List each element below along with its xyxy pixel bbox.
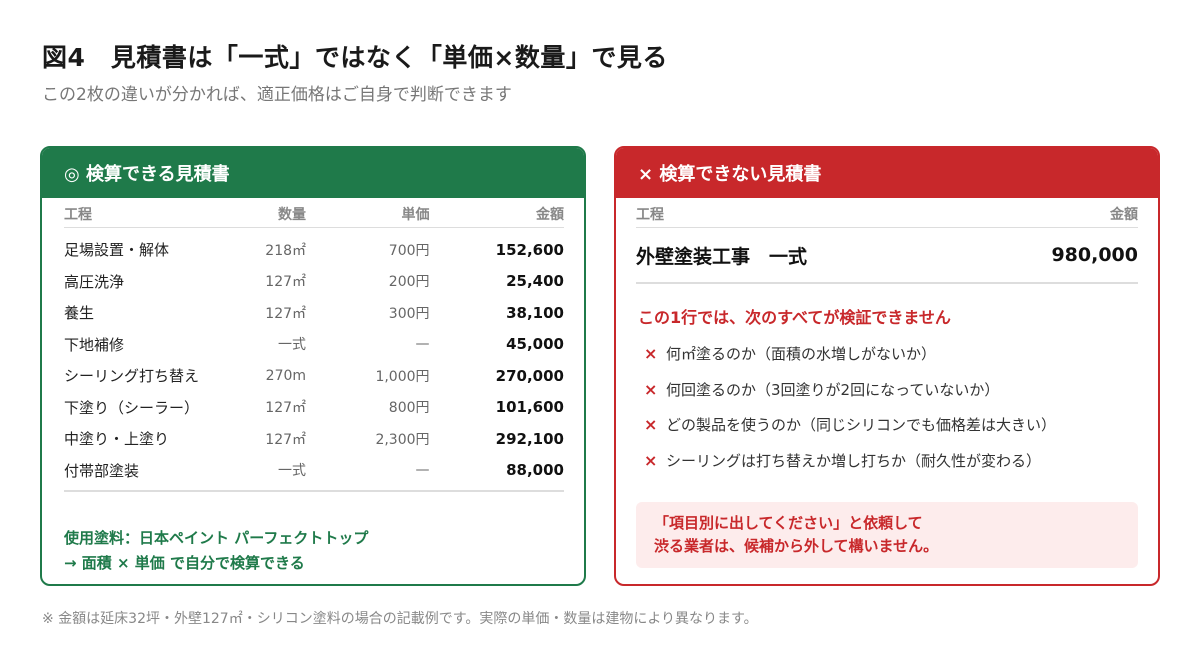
- row-quantity: 127㎡: [265, 274, 307, 291]
- table-row: 足場設置・解体 218㎡ 700円 152,600: [64, 234, 564, 266]
- bad-estimate-card: × 検算できない見積書 工程 金額 外壁塗装工事 一式 980,000 この1行…: [614, 146, 1160, 586]
- row-unit-price: 1,000円: [375, 368, 430, 385]
- row-unit-price: —: [415, 336, 430, 353]
- row-unit-price: 300円: [388, 305, 430, 322]
- notice-line-2: 渋る業者は、候補から外して構いません。: [654, 537, 939, 555]
- table-header: 工程 数量 単価 金額: [64, 200, 564, 228]
- row-amount: 152,600: [495, 240, 564, 259]
- page-subtitle: この2枚の違いが分かれば、適正価格はご自身で判断できます: [42, 85, 512, 105]
- row-amount: 101,600: [495, 398, 564, 417]
- row-quantity: 一式: [278, 337, 307, 354]
- warning-text: 何回塗るのか（3回塗りが2回になっていないか）: [666, 380, 1000, 399]
- row-quantity: 127㎡: [265, 305, 307, 322]
- table-body: 足場設置・解体 218㎡ 700円 152,600 高圧洗浄 127㎡ 200円 25,400…: [64, 228, 564, 492]
- table-header: 工程 金額: [636, 200, 1138, 228]
- column-header-process: 工程: [636, 206, 664, 223]
- cross-icon: ×: [644, 344, 658, 364]
- row-amount: 980,000: [1051, 244, 1138, 266]
- cross-icon: ×: [644, 415, 658, 435]
- list-item: × どの製品を使うのか（同じシリコンでも価格差は大きい）: [644, 407, 1056, 443]
- verification-note: → 面積 × 単価 で自分で検算できる: [64, 554, 305, 572]
- page-title: 図4 見積書は「一式」ではなく「単価×数量」で見る: [42, 43, 668, 72]
- good-card-footer: 使用塗料：日本ペイント パーフェクトトップ → 面積 × 単価 で自分で検算でき…: [64, 526, 368, 576]
- row-item: 高圧洗浄: [64, 272, 125, 291]
- column-header-amount: 金額: [536, 206, 564, 223]
- row-quantity: 一式: [278, 463, 307, 480]
- row-amount: 270,000: [495, 366, 564, 385]
- table-row: 下塗り（シーラー） 127㎡ 800円 101,600: [64, 392, 564, 424]
- table-row: シーリング打ち替え 270m 1,000円 270,000: [64, 360, 564, 392]
- table-row: 中塗り・上塗り 127㎡ 2,300円 292,100: [64, 423, 564, 455]
- row-item: 中塗り・上塗り: [64, 430, 170, 449]
- row-amount: 25,400: [506, 272, 564, 291]
- row-quantity: 127㎡: [265, 431, 307, 448]
- good-card-header: ◎ 検算できる見積書: [42, 148, 584, 198]
- row-unit-price: 800円: [388, 400, 430, 417]
- warning-text: シーリングは打ち替えか増し打ちか（耐久性が変わる）: [666, 451, 1042, 470]
- row-item: 下塗り（シーラー）: [64, 398, 200, 417]
- row-amount: 38,100: [506, 303, 564, 322]
- bad-card-header: × 検算できない見積書: [616, 148, 1158, 198]
- cross-icon: ×: [644, 379, 658, 399]
- list-item: × シーリングは打ち替えか増し打ちか（耐久性が変わる）: [644, 443, 1056, 479]
- row-item: 養生: [64, 304, 95, 323]
- warning-text: どの製品を使うのか（同じシリコンでも価格差は大きい）: [666, 416, 1057, 435]
- table-row: 外壁塗装工事 一式 980,000: [636, 228, 1138, 284]
- good-estimate-card: ◎ 検算できる見積書 工程 数量 単価 金額 足場設置・解体 218㎡ 700円 15…: [40, 146, 586, 586]
- row-quantity: 127㎡: [265, 400, 307, 417]
- list-item: × 何㎡塗るのか（面積の水増しがないか）: [644, 336, 1056, 372]
- column-header-unit-price: 単価: [401, 206, 430, 223]
- row-item: 下地補修: [64, 335, 125, 354]
- row-amount: 88,000: [506, 461, 564, 480]
- row-amount: 292,100: [495, 429, 564, 448]
- notice-box: 「項目別に出してください」と依頼して 渋る業者は、候補から外して構いません。: [636, 502, 1138, 568]
- paint-used-text: 使用塗料：日本ペイント パーフェクトトップ: [64, 529, 369, 547]
- column-header-amount: 金額: [1110, 206, 1138, 223]
- good-estimate-table: 工程 数量 単価 金額 足場設置・解体 218㎡ 700円 152,600 高圧洗浄 12…: [64, 200, 564, 492]
- table-row: 付帯部塗装 一式 — 88,000: [64, 455, 564, 487]
- row-item: 足場設置・解体: [64, 241, 170, 260]
- row-unit-price: —: [415, 462, 430, 479]
- cross-icon: ×: [644, 450, 658, 470]
- table-row: 高圧洗浄 127㎡ 200円 25,400: [64, 266, 564, 298]
- row-item: 付帯部塗装: [64, 461, 140, 480]
- warning-text: 何㎡塗るのか（面積の水増しがないか）: [666, 345, 937, 364]
- footnote: ※ 金額は延床32坪・外壁127㎡・シリコン塗料の場合の記載例です。実際の単価・…: [42, 611, 758, 627]
- warning-title: この1行では、次のすべてが検証できません: [638, 308, 951, 327]
- column-header-process: 工程: [64, 206, 92, 223]
- row-item: シーリング打ち替え: [64, 367, 200, 386]
- bad-estimate-table: 工程 金額 外壁塗装工事 一式 980,000: [636, 200, 1138, 284]
- notice-line-1: 「項目別に出してください」と依頼して: [654, 514, 923, 532]
- row-quantity: 270m: [265, 367, 307, 384]
- row-item: 外壁塗装工事 一式: [636, 245, 808, 268]
- row-quantity: 218㎡: [265, 242, 307, 259]
- table-row: 下地補修 一式 — 45,000: [64, 329, 564, 361]
- list-item: × 何回塗るのか（3回塗りが2回になっていないか）: [644, 372, 1056, 408]
- row-unit-price: 200円: [388, 274, 430, 291]
- column-header-quantity: 数量: [278, 206, 307, 223]
- row-unit-price: 2,300円: [375, 431, 430, 448]
- table-row: 養生 127㎡ 300円 38,100: [64, 297, 564, 329]
- row-amount: 45,000: [506, 335, 564, 354]
- warning-list: × 何㎡塗るのか（面積の水増しがないか） × 何回塗るのか（3回塗りが2回になっていな…: [644, 336, 1056, 478]
- row-unit-price: 700円: [388, 242, 430, 259]
